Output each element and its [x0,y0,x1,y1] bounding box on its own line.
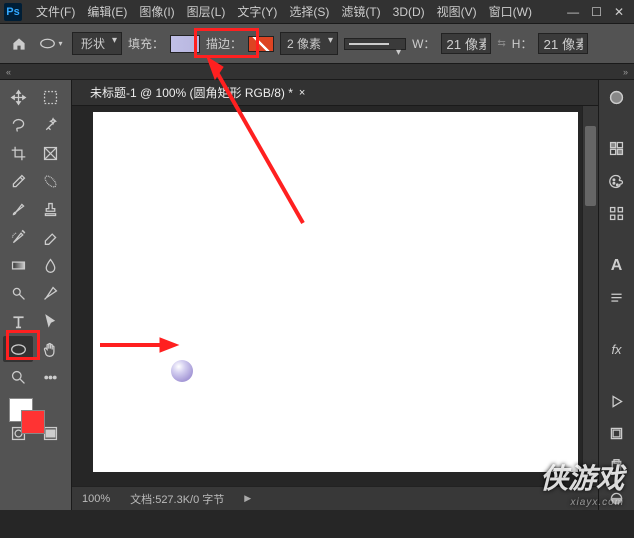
options-bar: ▾ 形状 填充： 描边： 2 像素 W： ⇆ H： [0,24,634,64]
edit-toolbar-tool[interactable] [35,364,65,390]
main-area: 未标题-1 @ 100% (圆角矩形 RGB/8) * × 100% 文档:52… [0,80,634,510]
document-tab[interactable]: 未标题-1 @ 100% (圆角矩形 RGB/8) * × [80,80,315,105]
fill-label: 填充： [128,35,164,52]
current-shape-icon[interactable]: ▾ [36,35,66,52]
panel-history-icon[interactable] [605,423,629,445]
color-swatches[interactable] [3,396,65,436]
close-tab-icon[interactable]: × [299,87,305,99]
stroke-swatch[interactable] [248,36,274,52]
stroke-label: 描边： [206,35,242,52]
menu-layer[interactable]: 图层(L) [181,1,232,22]
status-bar [0,510,634,538]
ellipse-shape-tool[interactable] [3,336,33,362]
panel-color-icon[interactable] [605,86,629,108]
frame-tool[interactable] [35,140,65,166]
canvas[interactable] [93,112,578,472]
dock-collapse-bar: « » [0,64,634,80]
menu-select[interactable]: 选择(S) [283,1,335,22]
tool-mode-select[interactable]: 形状 [72,32,122,55]
link-wh-icon[interactable]: ⇆ [497,38,505,49]
dodge-tool[interactable] [3,280,33,306]
menu-3d[interactable]: 3D(D) [387,3,431,21]
document-tab-bar: 未标题-1 @ 100% (圆角矩形 RGB/8) * × [72,80,598,106]
width-input[interactable] [441,33,491,54]
panel-actions-icon[interactable] [605,390,629,412]
eraser-tool[interactable] [35,224,65,250]
type-tool[interactable] [3,308,33,334]
panel-paragraph-icon[interactable] [605,287,629,309]
window-minimize-icon[interactable]: — [567,5,579,19]
canvas-viewport[interactable] [72,106,598,486]
window-restore-icon[interactable]: ☐ [591,5,602,19]
vertical-scrollbar[interactable] [582,106,598,486]
height-label: H： [512,35,533,52]
doc-info-flyout-icon[interactable]: ▶ [244,493,251,504]
menu-file[interactable]: 文件(F) [30,1,81,22]
stamp-tool[interactable] [35,196,65,222]
app-logo: Ps [4,3,22,21]
history-brush-tool[interactable] [3,224,33,250]
menu-image[interactable]: 图像(I) [133,1,180,22]
menu-window[interactable]: 窗口(W) [483,1,538,22]
right-panel-dock: Afx [598,80,634,510]
move-tool[interactable] [3,84,33,110]
scrollbar-thumb[interactable] [585,126,596,206]
dock-toggle-left-icon[interactable]: « [6,67,11,77]
rect-marquee-tool[interactable] [35,84,65,110]
panel-grid-icon[interactable] [605,203,629,225]
pen-tool[interactable] [35,280,65,306]
magic-wand-tool[interactable] [35,112,65,138]
canvas-status-bar: 100% 文档:527.3K/0 字节 ▶ [72,486,598,510]
height-input[interactable] [538,33,588,54]
panel-swatches-icon[interactable] [605,138,629,160]
panel-circle-icon[interactable] [605,488,629,510]
width-label: W： [412,35,435,52]
zoom-tool[interactable] [3,364,33,390]
lasso-tool[interactable] [3,112,33,138]
panel-fx-icon[interactable]: fx [605,339,629,361]
title-bar: Ps 文件(F) 编辑(E) 图像(I) 图层(L) 文字(Y) 选择(S) 滤… [0,0,634,24]
toolbox [0,80,72,510]
stroke-width-input[interactable]: 2 像素 [280,32,338,55]
home-button[interactable] [8,33,30,55]
fill-swatch[interactable] [170,35,200,53]
zoom-level[interactable]: 100% [82,493,110,505]
document-area: 未标题-1 @ 100% (圆角矩形 RGB/8) * × 100% 文档:52… [72,80,598,510]
doc-info: 文档:527.3K/0 字节 [130,491,224,507]
path-select-tool[interactable] [35,308,65,334]
dock-toggle-right-icon[interactable]: » [623,67,628,77]
crop-tool[interactable] [3,140,33,166]
menu-type[interactable]: 文字(Y) [231,1,283,22]
eyedropper-tool[interactable] [3,168,33,194]
document-tab-title: 未标题-1 @ 100% (圆角矩形 RGB/8) * [90,84,293,101]
stroke-style-select[interactable] [344,38,406,50]
menu-edit[interactable]: 编辑(E) [81,1,133,22]
blur-tool[interactable] [35,252,65,278]
brush-tool[interactable] [3,196,33,222]
gradient-tool[interactable] [3,252,33,278]
panel-palette-icon[interactable] [605,170,629,192]
background-color[interactable] [21,410,45,434]
window-close-icon[interactable]: ✕ [614,5,624,19]
menu-view[interactable]: 视图(V) [431,1,483,22]
menu-filter[interactable]: 滤镜(T) [335,1,386,22]
panel-clipboard-icon[interactable] [605,455,629,477]
spot-heal-tool[interactable] [35,168,65,194]
drawn-sphere [171,360,193,382]
panel-type-icon[interactable]: A [605,254,629,276]
hand-tool[interactable] [35,336,65,362]
